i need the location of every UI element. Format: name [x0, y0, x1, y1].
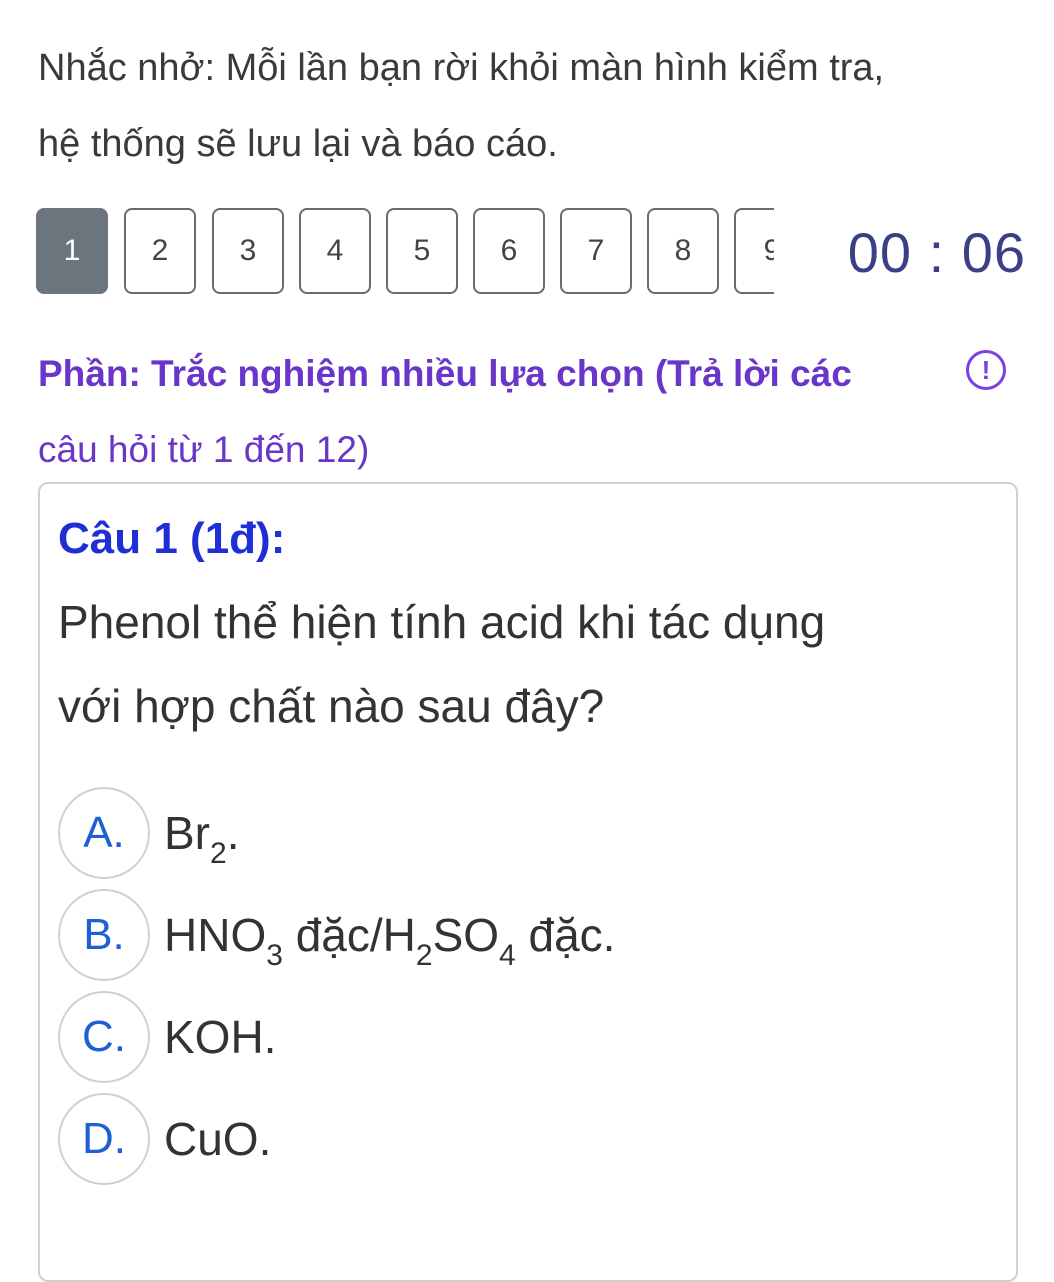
notice-line-1: Nhắc nhở: Mỗi lần bạn rời khỏi màn hình …	[38, 47, 885, 89]
section-title-sub: câu hỏi từ 1 đến 12)	[38, 429, 370, 470]
option-radio-c[interactable]: C.	[58, 991, 150, 1083]
option-text-d: CuO.	[164, 1113, 272, 1165]
section-title: Phần: Trắc nghiệm nhiều lựa chọn (Trả lờ…	[38, 336, 938, 488]
question-nav-button-7[interactable]: 7	[560, 208, 632, 294]
option-text-b: HNO3 đặc/H2SO4 đặc.	[164, 909, 616, 972]
question-nav-button-9[interactable]: 9	[734, 208, 774, 294]
question-text: Phenol thể hiện tính acid khi tác dụng v…	[58, 580, 1008, 748]
option-radio-b[interactable]: B.	[58, 889, 150, 981]
question-nav-button-4[interactable]: 4	[299, 208, 371, 294]
question-nav-button-3[interactable]: 3	[212, 208, 284, 294]
question-nav-button-1[interactable]: 1	[36, 208, 108, 294]
question-text-line-1: Phenol thể hiện tính acid khi tác dụng	[58, 596, 826, 648]
exclamation-circle-icon[interactable]: !	[966, 350, 1006, 390]
question-nav-button-2[interactable]: 2	[124, 208, 196, 294]
question-navigator: 1 2 3 4 5 6 7 8 9 00 : 06	[36, 208, 1026, 298]
question-nav-button-8[interactable]: 8	[647, 208, 719, 294]
question-title: Câu 1 (1đ):	[58, 514, 286, 563]
question-text-line-2: với hợp chất nào sau đây?	[58, 680, 605, 732]
question-nav-button-5[interactable]: 5	[386, 208, 458, 294]
option-radio-d[interactable]: D.	[58, 1093, 150, 1185]
option-text-c: KOH.	[164, 1011, 277, 1063]
question-card: Câu 1 (1đ): Phenol thể hiện tính acid kh…	[38, 482, 1018, 1282]
answer-option-a[interactable]: A. Br2.	[58, 786, 958, 880]
leave-screen-notice: Nhắc nhở: Mỗi lần bạn rời khỏi màn hình …	[38, 30, 1028, 182]
answer-option-b[interactable]: B. HNO3 đặc/H2SO4 đặc.	[58, 888, 958, 982]
answer-option-d[interactable]: D. CuO.	[58, 1092, 958, 1186]
question-nav-button-6[interactable]: 6	[473, 208, 545, 294]
option-text-a: Br2.	[164, 807, 240, 870]
question-nav-label-9: 9	[764, 234, 774, 268]
answer-option-c[interactable]: C. KOH.	[58, 990, 958, 1084]
countdown-timer: 00 : 06	[847, 220, 1026, 284]
option-radio-a[interactable]: A.	[58, 787, 150, 879]
notice-line-2: hệ thống sẽ lưu lại và báo cáo.	[38, 123, 558, 165]
section-title-main: Phần: Trắc nghiệm nhiều lựa chọn (Trả lờ…	[38, 353, 852, 394]
